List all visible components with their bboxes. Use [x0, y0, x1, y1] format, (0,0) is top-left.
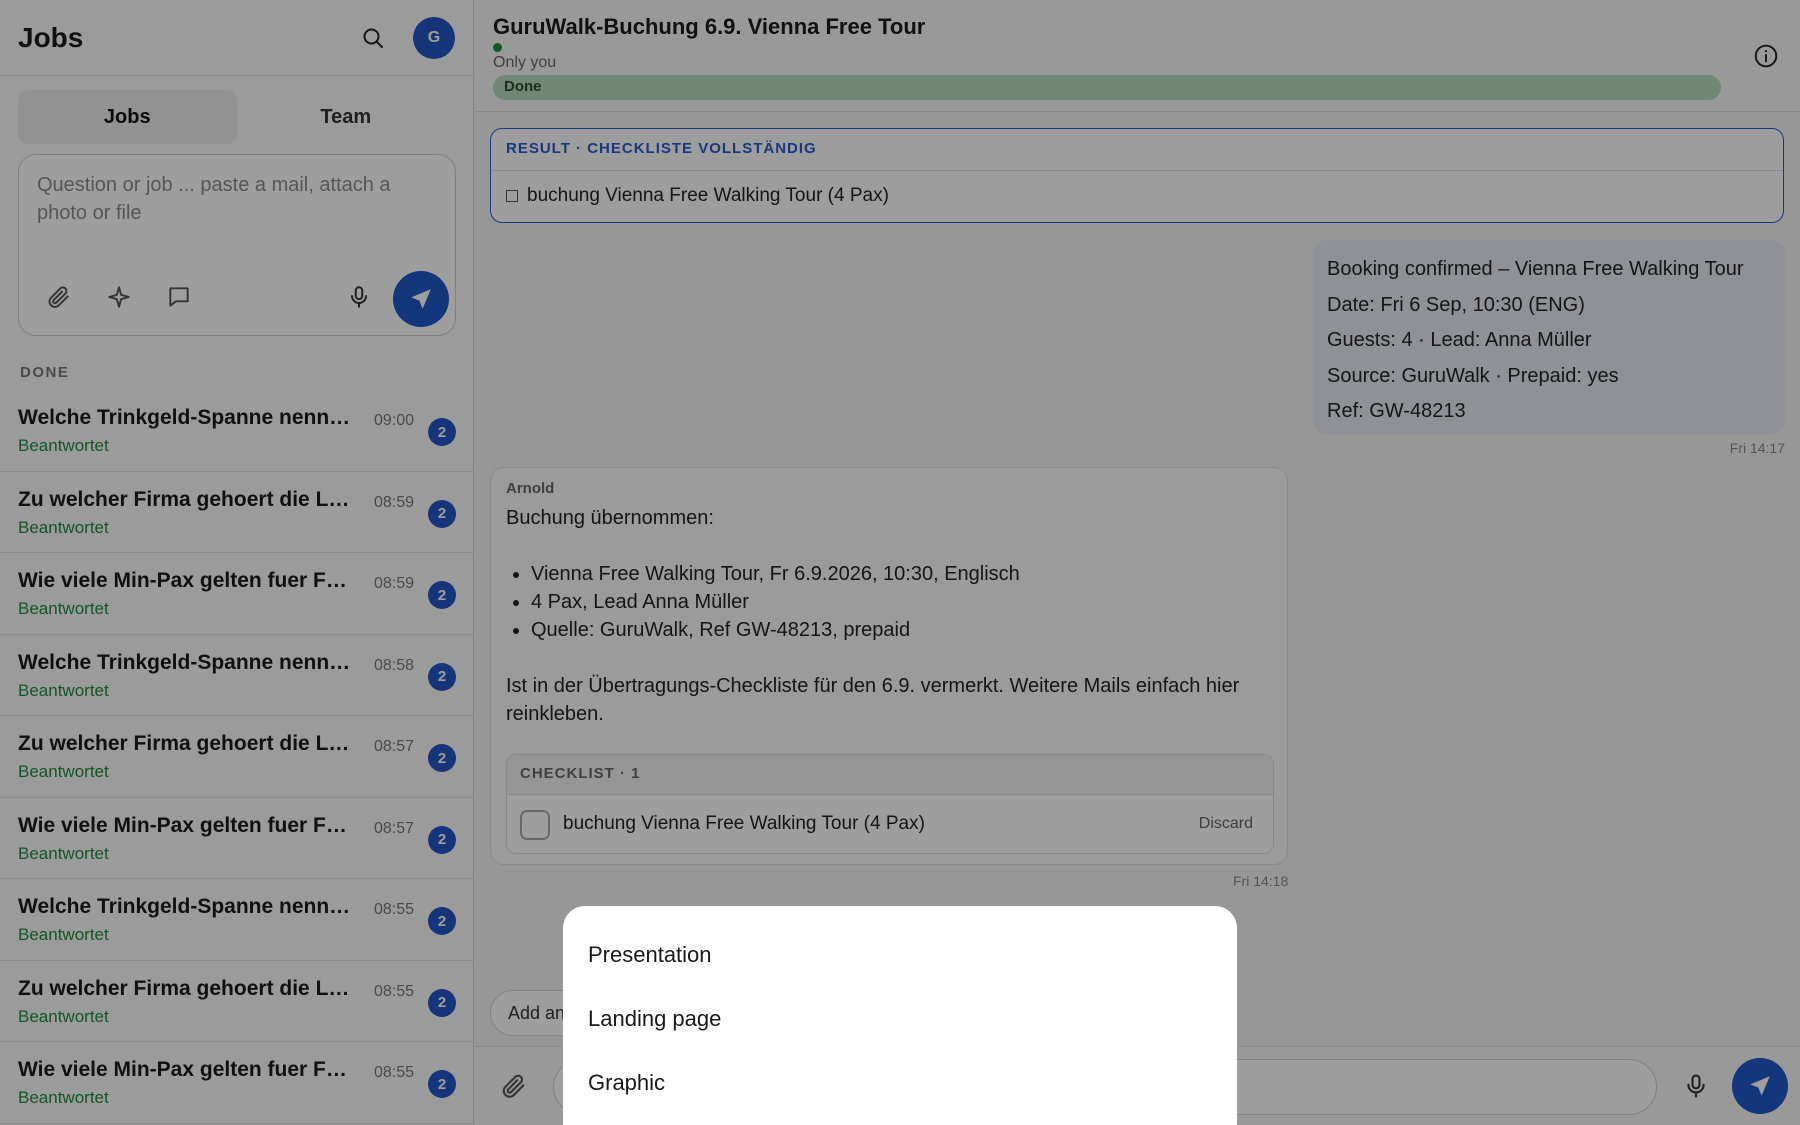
menu-item-graphic[interactable]: Graphic	[563, 1052, 1237, 1116]
menu-item-landing-page[interactable]: Landing page	[563, 988, 1237, 1052]
menu-item-presentation[interactable]: Presentation	[563, 924, 1237, 988]
create-type-menu: Presentation Landing page Graphic	[563, 906, 1237, 1125]
